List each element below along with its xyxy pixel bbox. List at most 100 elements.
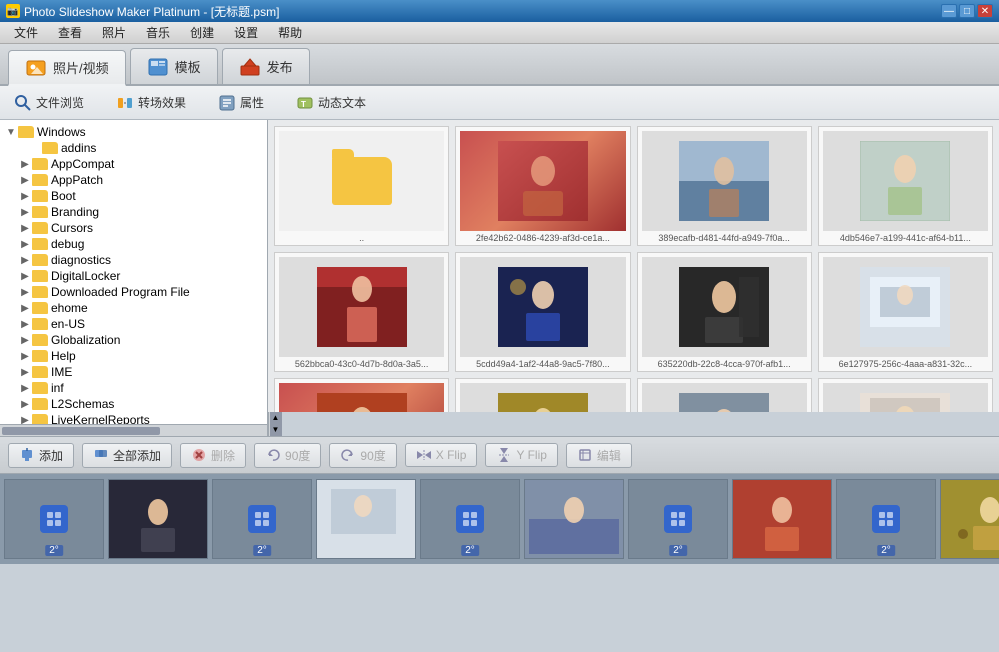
menu-photos[interactable]: 照片 bbox=[92, 22, 136, 43]
rotate-right-button[interactable]: 90度 bbox=[329, 443, 396, 468]
img-cell-0[interactable]: 2fe42b62-0486-4239-af3d-ce1a... bbox=[455, 126, 630, 246]
folder-icon-apppatch bbox=[32, 174, 48, 186]
img-cell-7[interactable] bbox=[274, 378, 449, 412]
film-cell-9[interactable] bbox=[940, 479, 999, 559]
edit-button[interactable]: 编辑 bbox=[566, 443, 632, 468]
tree-item-appcompat[interactable]: ▶ AppCompat bbox=[0, 156, 267, 172]
transition-icon bbox=[116, 94, 134, 112]
toolbar-dynamic-text[interactable]: T 动态文本 bbox=[290, 92, 372, 114]
maximize-button[interactable]: □ bbox=[959, 4, 975, 18]
tree-item-digitallocker[interactable]: ▶ DigitalLocker bbox=[0, 268, 267, 284]
tree-item-l2schemas[interactable]: ▶ L2Schemas bbox=[0, 396, 267, 412]
scroll-thumb bbox=[271, 434, 281, 436]
close-button[interactable]: ✕ bbox=[977, 4, 993, 18]
tree-item-enus[interactable]: ▶ en-US bbox=[0, 316, 267, 332]
tree-item-ehome[interactable]: ▶ ehome bbox=[0, 300, 267, 316]
delete-button[interactable]: 删除 bbox=[180, 443, 246, 468]
menu-file[interactable]: 文件 bbox=[4, 22, 48, 43]
scroll-up-btn[interactable]: ▲ bbox=[270, 412, 282, 424]
flip-y-button[interactable]: Y Flip bbox=[485, 443, 557, 467]
tree-item-debug[interactable]: ▶ debug bbox=[0, 236, 267, 252]
tree-item-livekernelreports[interactable]: ▶ LiveKernelReports bbox=[0, 412, 267, 424]
filetree-hscroll[interactable] bbox=[0, 424, 267, 436]
tree-item-diagnostics[interactable]: ▶ diagnostics bbox=[0, 252, 267, 268]
img-thumb-2 bbox=[823, 131, 988, 231]
tree-item-ime[interactable]: ▶ IME bbox=[0, 364, 267, 380]
img-cell-4[interactable]: 5cdd49a4-1af2-44a8-9ac5-7f80... bbox=[455, 252, 630, 372]
tree-item-help[interactable]: ▶ Help bbox=[0, 348, 267, 364]
add-all-icon bbox=[93, 447, 109, 463]
minimize-button[interactable]: — bbox=[941, 4, 957, 18]
main-content: ▼ Windows addins ▶ AppCompat ▶ AppPatch bbox=[0, 120, 999, 436]
img-cell-3[interactable]: 562bbca0-43c0-4d7b-8d0a-3a5... bbox=[274, 252, 449, 372]
film-cell-7[interactable] bbox=[732, 479, 832, 559]
img-cell-2[interactable]: 4db546e7-a199-441c-af64-b11... bbox=[818, 126, 993, 246]
flip-x-button[interactable]: X Flip bbox=[405, 443, 478, 467]
rotate-left-button[interactable]: 90度 bbox=[254, 443, 321, 468]
hscroll-thumb bbox=[2, 427, 160, 435]
menu-music[interactable]: 音乐 bbox=[136, 22, 180, 43]
img-cell-5[interactable]: 635220db-22c8-4cca-970f-afb1... bbox=[637, 252, 812, 372]
tree-root-windows[interactable]: ▼ Windows bbox=[0, 124, 267, 140]
menu-help[interactable]: 帮助 bbox=[268, 22, 312, 43]
film-cell-0[interactable]: 2° bbox=[4, 479, 104, 559]
tab-photos-videos[interactable]: 照片/视频 bbox=[8, 50, 126, 86]
menu-view[interactable]: 查看 bbox=[48, 22, 92, 43]
add-all-button[interactable]: 全部添加 bbox=[82, 443, 172, 468]
folder-icon-appcompat bbox=[32, 158, 48, 170]
toolbar-properties[interactable]: 属性 bbox=[212, 92, 270, 114]
edit-icon bbox=[577, 447, 593, 463]
film-cell-5[interactable] bbox=[524, 479, 624, 559]
tab-photos-label: 照片/视频 bbox=[53, 58, 109, 77]
film-cell-4[interactable]: 2° bbox=[420, 479, 520, 559]
folder-icon-enus bbox=[32, 318, 48, 330]
film-placeholder-icon-0 bbox=[40, 505, 68, 533]
tree-item-branding[interactable]: ▶ Branding bbox=[0, 204, 267, 220]
film-cell-2[interactable]: 2° bbox=[212, 479, 312, 559]
toolbar-file-browser[interactable]: 文件浏览 bbox=[8, 92, 90, 114]
img-label-0: 2fe42b62-0486-4239-af3d-ce1a... bbox=[460, 233, 625, 243]
img-cell-8[interactable] bbox=[455, 378, 630, 412]
tree-item-inf[interactable]: ▶ inf bbox=[0, 380, 267, 396]
add-label: 添加 bbox=[39, 447, 63, 464]
tree-item-apppatch[interactable]: ▶ AppPatch bbox=[0, 172, 267, 188]
tree-item-cursors[interactable]: ▶ Cursors bbox=[0, 220, 267, 236]
rotate-right-label: 90度 bbox=[360, 447, 385, 464]
file-tree-scroll[interactable]: ▼ Windows addins ▶ AppCompat ▶ AppPatch bbox=[0, 120, 267, 424]
img-cell-9[interactable] bbox=[637, 378, 812, 412]
tab-bar: 照片/视频 模板 发布 bbox=[0, 44, 999, 86]
tree-item-downloaded[interactable]: ▶ Downloaded Program File bbox=[0, 284, 267, 300]
rotate-right-icon bbox=[340, 447, 356, 463]
tab-templates[interactable]: 模板 bbox=[130, 48, 218, 84]
film-badge-4: 2° bbox=[461, 545, 479, 556]
folder-icon-globalization bbox=[32, 334, 48, 346]
toolbar-transitions[interactable]: 转场效果 bbox=[110, 92, 192, 114]
folder-cell[interactable]: .. bbox=[274, 126, 449, 246]
img-cell-1[interactable]: 389ecafb-d481-44fd-a949-7f0a... bbox=[637, 126, 812, 246]
tree-item-globalization[interactable]: ▶ Globalization bbox=[0, 332, 267, 348]
menu-create[interactable]: 创建 bbox=[180, 22, 224, 43]
add-button[interactable]: 添加 bbox=[8, 443, 74, 468]
img-thumb-6 bbox=[823, 257, 988, 357]
action-bar: 添加 全部添加 删除 90度 90度 X Flip Y Flip bbox=[0, 436, 999, 474]
img-thumb-4 bbox=[460, 257, 625, 357]
add-icon bbox=[19, 447, 35, 463]
app-title: Photo Slideshow Maker Platinum - [无标题.ps… bbox=[24, 3, 279, 20]
tab-publish[interactable]: 发布 bbox=[222, 48, 310, 84]
grid-vscrollbar[interactable]: ▲ ▼ bbox=[268, 412, 282, 436]
img-cell-10[interactable] bbox=[818, 378, 993, 412]
tree-item-addins[interactable]: addins bbox=[0, 140, 267, 156]
image-grid[interactable]: .. 2fe42b62-0486-4239-af3d-ce1a... bbox=[268, 120, 999, 412]
img-cell-6[interactable]: 6e127975-256c-4aaa-a831-32c... bbox=[818, 252, 993, 372]
tree-item-boot[interactable]: ▶ Boot bbox=[0, 188, 267, 204]
rotate-left-label: 90度 bbox=[285, 447, 310, 464]
menu-settings[interactable]: 设置 bbox=[224, 22, 268, 43]
folder-icon-windows bbox=[18, 126, 34, 138]
film-cell-8[interactable]: 2° bbox=[836, 479, 936, 559]
film-cell-1[interactable] bbox=[108, 479, 208, 559]
film-cell-3[interactable] bbox=[316, 479, 416, 559]
window-controls: — □ ✕ bbox=[941, 4, 993, 18]
film-cell-6[interactable]: 2° bbox=[628, 479, 728, 559]
filmstrip[interactable]: 2° 2° 2° 2° 2° bbox=[0, 474, 999, 564]
flip-y-label: Y Flip bbox=[516, 448, 546, 462]
